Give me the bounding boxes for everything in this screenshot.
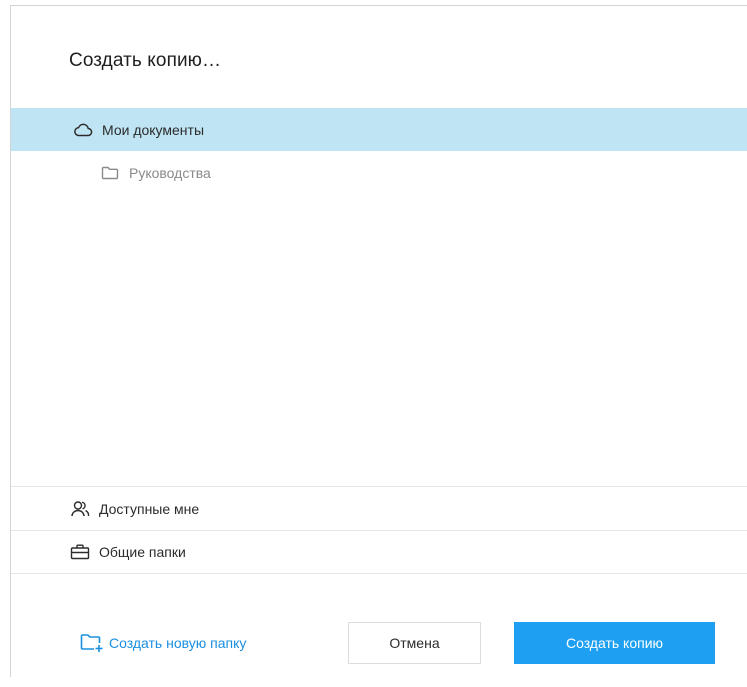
tree-item-label: Мои документы: [102, 121, 205, 138]
cloud-icon: [72, 119, 94, 141]
folder-plus-icon: [79, 632, 105, 654]
section-label: Доступные мне: [99, 500, 200, 517]
section-label: Общие папки: [99, 544, 186, 560]
sections-list: Доступные мне Общие папки: [11, 486, 747, 574]
dialog-footer: Создать новую папку Отмена Создать копию: [11, 620, 747, 666]
create-copy-button[interactable]: Создать копию: [514, 622, 715, 664]
users-icon: [69, 498, 91, 520]
cancel-button[interactable]: Отмена: [348, 622, 481, 664]
folder-icon: [99, 162, 121, 184]
copy-dialog: Создать копию… Мои документы Руководства: [10, 5, 747, 677]
tree-item-guides[interactable]: Руководства: [11, 151, 747, 194]
tree-item-label: Руководства: [129, 164, 211, 181]
create-new-folder-link[interactable]: Создать новую папку: [79, 620, 246, 666]
create-new-folder-label: Создать новую папку: [109, 635, 247, 651]
folder-tree: Мои документы Руководства: [11, 108, 747, 194]
dialog-title: Создать копию…: [69, 50, 222, 71]
section-shared-with-me[interactable]: Доступные мне: [11, 486, 747, 530]
tree-item-my-documents[interactable]: Мои документы: [11, 108, 747, 151]
briefcase-icon: [69, 541, 91, 563]
section-common-folders[interactable]: Общие папки: [11, 530, 747, 574]
